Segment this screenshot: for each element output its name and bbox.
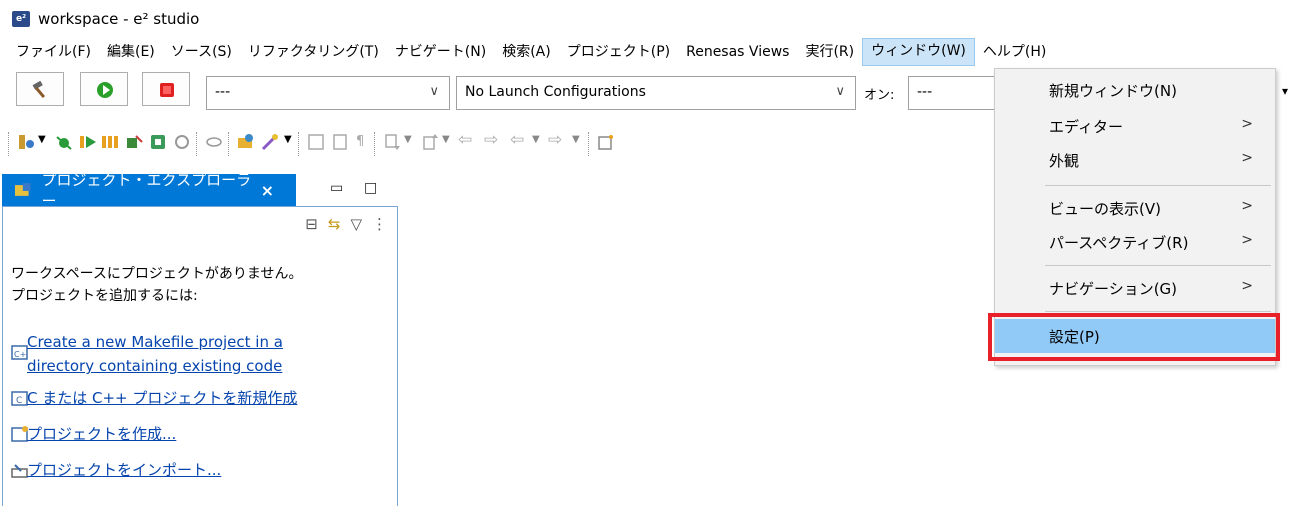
- title-bar: e² workspace - e² studio: [0, 0, 1296, 38]
- folder-icon: [14, 183, 31, 196]
- empty-workspace-message: ワークスペースにプロジェクトがありません。 プロジェクトを追加するには:: [11, 266, 303, 304]
- menu-item-show-view[interactable]: ビューの表示(V) >: [995, 191, 1275, 225]
- resume-icon[interactable]: [78, 132, 98, 152]
- chevron-down-icon: ∨: [835, 84, 845, 99]
- main-toolbar: ▼ ▼ ¶ ▼ ▼ ⇦ ⇨ ⇦ ▼ ⇨ ▼: [0, 128, 960, 162]
- minimize-icon[interactable]: ▭: [330, 180, 343, 196]
- toolbar-separator: [298, 132, 300, 156]
- launch-configuration-value: No Launch Configurations: [465, 84, 646, 100]
- launch-target-label: オン:: [864, 88, 895, 103]
- menu-refactoring[interactable]: リファクタリング(T): [240, 39, 387, 65]
- menu-separator: [1045, 311, 1271, 312]
- launch-mode-combo[interactable]: --- ∨: [206, 76, 450, 110]
- menu-item-perspective[interactable]: パースペクティブ(R) >: [995, 225, 1275, 259]
- view-toolbar: ⊟ ⇆ ▽ ⋮: [305, 215, 387, 233]
- svg-text:C+: C+: [14, 350, 26, 359]
- launch-target-value: ---: [917, 84, 933, 100]
- suspend-icon[interactable]: [100, 132, 120, 152]
- stop-icon: [160, 83, 174, 97]
- toolbar-separator: [374, 132, 376, 156]
- view-menu-icon[interactable]: ⋮: [372, 215, 387, 233]
- menu-item-navigation[interactable]: ナビゲーション(G) >: [995, 271, 1275, 305]
- toolbar-separator: [8, 132, 10, 156]
- project-explorer-tab-label: プロジェクト・エクスプローラー: [41, 171, 252, 210]
- window-title: workspace - e² studio: [38, 10, 200, 28]
- menu-separator: [1045, 265, 1271, 266]
- menu-item-appearance[interactable]: 外観 >: [995, 143, 1275, 177]
- project-explorer-tab[interactable]: プロジェクト・エクスプローラー ×: [2, 171, 296, 210]
- save-icon[interactable]: [306, 132, 326, 152]
- chevron-right-icon: >: [1241, 198, 1253, 214]
- menu-help[interactable]: ヘルプ(H): [975, 39, 1054, 65]
- menu-run[interactable]: 実行(R): [797, 39, 862, 65]
- connect-icon[interactable]: [124, 132, 144, 152]
- collapse-all-icon[interactable]: ⊟: [305, 215, 318, 233]
- refresh-icon[interactable]: [172, 132, 192, 152]
- dropdown-arrow-icon[interactable]: ▼: [404, 134, 412, 145]
- bug-icon[interactable]: [54, 132, 74, 152]
- app-logo-icon: e²: [12, 11, 30, 27]
- toolbar-separator: [228, 132, 230, 156]
- create-project-link[interactable]: プロジェクトを作成...: [27, 423, 176, 445]
- document-icon[interactable]: [330, 132, 350, 152]
- menu-renesas-views[interactable]: Renesas Views: [678, 39, 797, 65]
- new-project-icon[interactable]: [236, 132, 256, 152]
- chevron-down-icon: ∨: [429, 84, 439, 99]
- menu-project[interactable]: プロジェクト(P): [559, 39, 678, 65]
- dropdown-arrow-icon[interactable]: ▼: [442, 134, 450, 145]
- menu-navigate[interactable]: ナビゲート(N): [387, 39, 494, 65]
- forward-icon[interactable]: ⇨: [548, 130, 562, 150]
- back-icon[interactable]: ⇦: [510, 130, 524, 150]
- eye-icon[interactable]: [204, 132, 224, 152]
- launch-button[interactable]: [80, 72, 128, 106]
- hammer-icon: [32, 80, 46, 99]
- stop-button[interactable]: [142, 72, 190, 106]
- menu-bar: ファイル(F) 編集(E) ソース(S) リファクタリング(T) ナビゲート(N…: [0, 38, 1296, 66]
- import-project-link[interactable]: プロジェクトをインポート...: [27, 459, 221, 481]
- project-explorer-panel: ⊟ ⇆ ▽ ⋮ ワークスペースにプロジェクトがありません。 プロジェクトを追加す…: [2, 206, 398, 506]
- maximize-icon[interactable]: □: [364, 180, 377, 196]
- play-icon: [97, 82, 113, 98]
- chevron-right-icon: >: [1241, 150, 1253, 166]
- chevron-right-icon: >: [1241, 116, 1253, 132]
- create-c-project-link[interactable]: C または C++ プロジェクトを新規作成: [27, 387, 297, 409]
- launch-target-combo[interactable]: ---: [908, 76, 998, 110]
- debug-config-icon[interactable]: [16, 132, 36, 152]
- create-makefile-project-link-line2[interactable]: directory containing existing code: [27, 355, 282, 377]
- close-icon[interactable]: ×: [261, 181, 274, 200]
- toolbar-separator: [588, 132, 590, 156]
- wand-icon[interactable]: [260, 132, 280, 152]
- toolbar-separator: [196, 132, 198, 156]
- dropdown-arrow-icon[interactable]: ▼: [572, 134, 580, 145]
- build-button[interactable]: [16, 72, 64, 106]
- svg-text:C: C: [16, 396, 22, 406]
- target-icon[interactable]: [148, 132, 168, 152]
- link-with-editor-icon[interactable]: ⇆: [328, 215, 341, 233]
- menu-separator: [1045, 185, 1271, 186]
- forward-edit-icon[interactable]: ⇨: [484, 130, 498, 150]
- dropdown-arrow-icon[interactable]: ▼: [284, 134, 292, 145]
- next-annotation-icon[interactable]: [382, 132, 402, 152]
- menu-source[interactable]: ソース(S): [163, 39, 240, 65]
- dropdown-arrow-icon[interactable]: ▼: [532, 134, 540, 145]
- toolbar-overflow-icon[interactable]: ▾: [1282, 84, 1288, 98]
- create-makefile-project-link[interactable]: Create a new Makefile project in a: [27, 331, 283, 353]
- menu-item-new-window[interactable]: 新規ウィンドウ(N): [995, 73, 1275, 107]
- chevron-right-icon: >: [1241, 232, 1253, 248]
- menu-item-editor[interactable]: エディター >: [995, 109, 1275, 143]
- filter-icon[interactable]: ▽: [350, 215, 362, 233]
- launch-mode-value: ---: [215, 84, 231, 100]
- dropdown-arrow-icon[interactable]: ▼: [38, 134, 46, 145]
- pilcrow-icon[interactable]: ¶: [356, 134, 364, 149]
- last-edit-icon[interactable]: ⇦: [458, 130, 472, 150]
- menu-edit[interactable]: 編集(E): [99, 39, 163, 65]
- launch-configuration-combo[interactable]: No Launch Configurations ∨: [456, 76, 856, 110]
- menu-search[interactable]: 検索(A): [494, 39, 559, 65]
- previous-annotation-icon[interactable]: [420, 132, 440, 152]
- menu-window[interactable]: ウィンドウ(W): [862, 38, 975, 66]
- highlight-annotation-box: [988, 313, 1280, 361]
- chevron-right-icon: >: [1241, 278, 1253, 294]
- pin-editor-icon[interactable]: [596, 132, 616, 152]
- menu-file[interactable]: ファイル(F): [8, 39, 99, 65]
